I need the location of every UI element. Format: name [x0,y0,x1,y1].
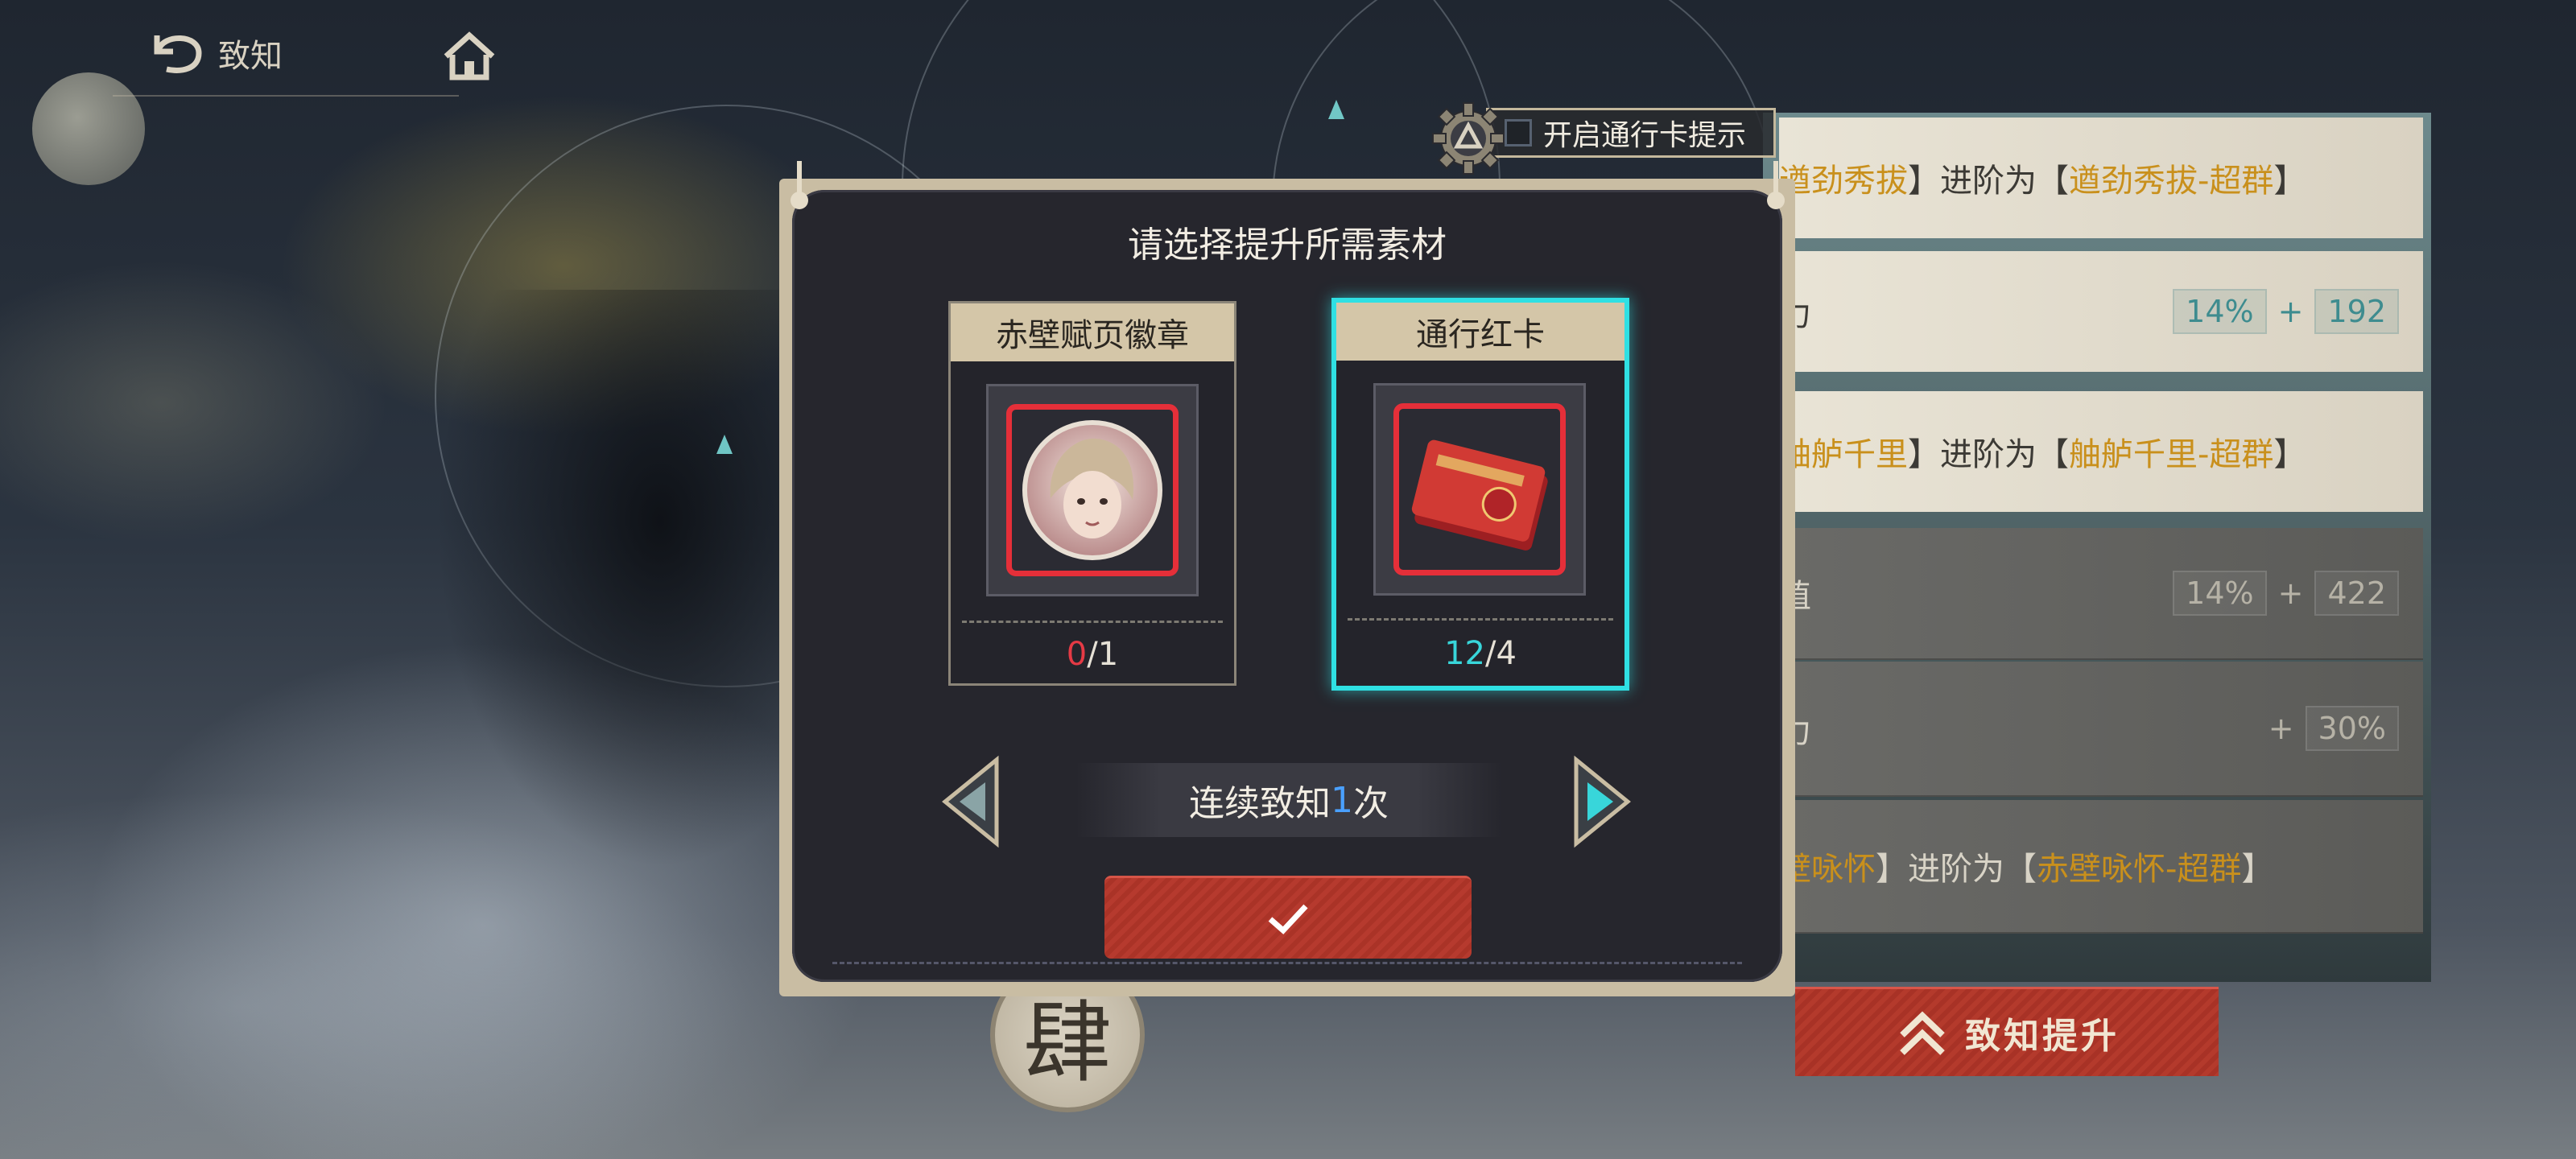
item-slot [1373,383,1586,596]
moon-decoration [32,72,145,185]
stat-value: 422 [2314,571,2399,616]
hint-label: 开启通行卡提示 [1543,119,1747,152]
material-select-dialog [779,179,1795,996]
owned-count: 0 [1066,636,1088,673]
portrait-badge-icon [1022,420,1162,560]
increase-arrow-icon[interactable] [1570,755,1634,848]
decrease-arrow-icon[interactable] [939,755,1003,848]
stat-percent: 14% [2173,571,2267,616]
plus-sign: + [2268,711,2294,746]
plus-sign: + [2277,294,2304,329]
bracket: 】 [2241,851,2274,888]
pin-decoration [1767,161,1785,209]
stat-row: 值 14% + 422 [1779,528,2423,660]
skill-name-advanced: 遒劲秀拔-超群 [2069,163,2274,200]
back-arrow-icon [154,35,202,73]
bracket: 】 [2273,163,2306,200]
owned-count: 12 [1444,635,1485,672]
material-name: 通行红卡 [1336,303,1624,361]
advance-row: 遒劲秀拔 】进阶为【 遒劲秀拔-超群】 [1779,118,2423,238]
loop-count-display: 连续致知 1 次 [1075,763,1502,837]
plus-sign: + [2277,575,2304,611]
shard-decoration [716,435,733,454]
skill-name: 遒劲秀拔 [1779,163,1908,200]
hint-checkbox[interactable] [1505,119,1532,146]
upgrade-label: 致知提升 [1965,1016,2120,1057]
loop-suffix: 次 [1353,783,1389,824]
check-icon [1268,904,1308,934]
home-icon[interactable] [441,31,497,82]
item-slot [986,384,1199,596]
advance-row: 舳舻千里 】进阶为【 舳舻千里-超群】 [1779,391,2423,512]
stat-value: 192 [2314,289,2399,334]
material-count: 0/1 [1066,636,1119,673]
double-chevron-up-icon [1900,1011,1945,1055]
loop-prefix: 连续致知 [1189,783,1331,824]
upgrade-button[interactable]: 致知提升 [1795,987,2219,1076]
skill-name-advanced: 赤壁咏怀-超群 [2037,851,2242,888]
material-card-badge[interactable]: 赤壁赋页徽章 0/1 [948,301,1236,686]
stat-row: 力 + 30% [1779,662,2423,797]
gear-icon [1432,102,1505,175]
stat-value: 30% [2305,706,2399,751]
material-card-pass[interactable]: 通行红卡 12/4 [1331,298,1629,691]
bracket: 】 [2273,436,2306,473]
dialog-body [792,190,1782,982]
material-count: 12/4 [1444,635,1517,672]
advance-row: 壁咏怀 】进阶为【 赤壁咏怀-超群】 [1779,800,2423,934]
confirm-button[interactable] [1104,876,1472,959]
skill-name: 舳舻千里 [1779,436,1908,473]
stat-row: 力 14% + 192 [1779,251,2423,372]
loop-count: 1 [1331,779,1353,821]
red-pass-card-icon [1411,439,1548,551]
back-label: 致知 [218,38,283,75]
nav-divider [113,95,459,97]
skill-name-advanced: 舳舻千里-超群 [2069,436,2274,473]
required-count: 1 [1097,636,1119,673]
back-button[interactable]: 致知 [149,27,318,79]
material-name: 赤壁赋页徽章 [951,303,1234,361]
pin-decoration [791,161,808,209]
advance-text: 】进阶为【 [1908,436,2069,473]
pass-card-hint-toggle[interactable]: 开启通行卡提示 [1430,100,1797,175]
advance-text: 】进阶为【 [1908,163,2069,200]
dialog-title: 请选择提升所需素材 [1128,225,1447,266]
advance-text: 】进阶为【 [1876,851,2037,888]
stat-percent: 14% [2173,289,2267,334]
required-count: 4 [1496,635,1517,672]
shard-decoration [1328,100,1344,119]
